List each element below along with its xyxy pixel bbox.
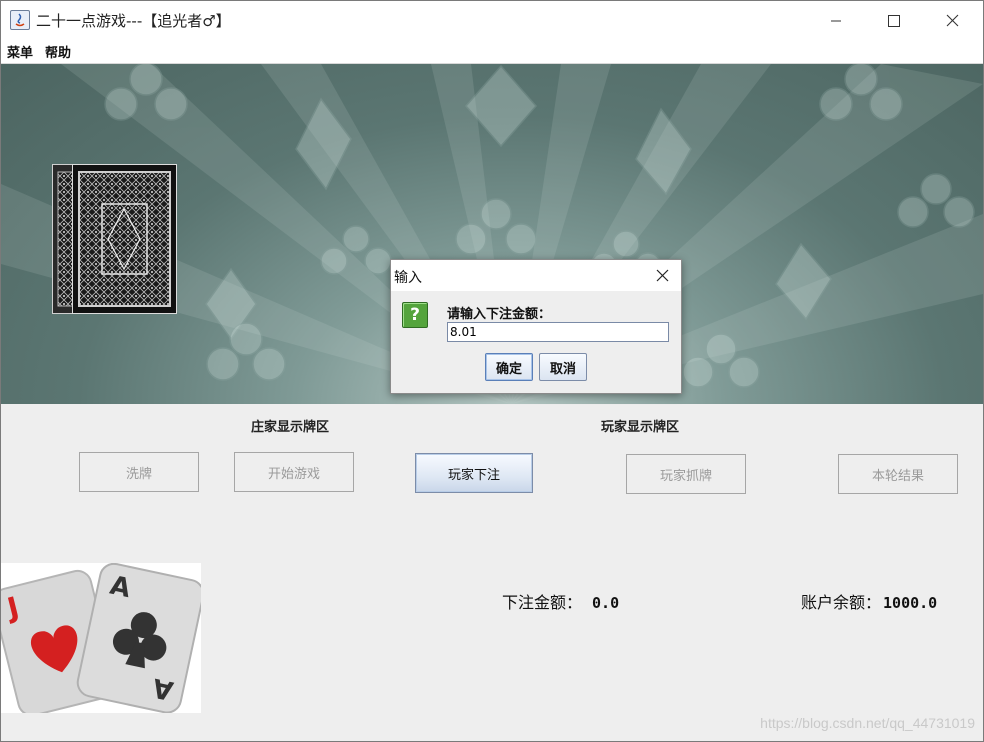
title-bar[interactable]: 二十一点游戏---【追光者♂】	[1, 1, 983, 40]
question-icon: ?	[402, 302, 428, 328]
bet-amount-label: 下注金额：	[502, 593, 583, 612]
close-icon[interactable]	[923, 1, 981, 40]
start-game-button[interactable]: 开始游戏	[234, 452, 354, 492]
dialog-title: 输入	[394, 270, 422, 286]
dialog-prompt: 请输入下注金额：	[447, 307, 552, 322]
maximize-icon[interactable]	[865, 1, 923, 40]
window-title: 二十一点游戏---【追光者♂】	[36, 12, 231, 30]
game-window: 二十一点游戏---【追光者♂】 菜单 帮助 输入 ? 请输入下注金额： 8.01…	[0, 0, 984, 742]
cancel-button[interactable]: 取消	[539, 353, 587, 381]
balance-value: 1000.0	[883, 594, 938, 612]
bet-amount-input[interactable]	[447, 322, 669, 342]
player-bet-button[interactable]: 玩家下注	[415, 453, 533, 493]
bet-amount-value: 0.0	[592, 594, 620, 612]
player-zone-label: 玩家显示牌区	[601, 420, 680, 435]
close-icon[interactable]	[651, 264, 673, 286]
dialog-title-bar[interactable]: 输入	[391, 260, 681, 291]
shuffle-button[interactable]: 洗牌	[79, 452, 199, 492]
card-deck[interactable]	[52, 164, 177, 314]
player-draw-button[interactable]: 玩家抓牌	[626, 454, 746, 494]
menu-bar: 菜单 帮助	[1, 40, 983, 64]
blackjack-logo: J A A	[1, 562, 205, 717]
watermark-text: https://blog.csdn.net/qq_44731019	[760, 715, 975, 731]
dealer-zone-label: 庄家显示牌区	[251, 420, 330, 435]
menu-main[interactable]: 菜单	[7, 42, 33, 61]
bet-amount-display: 下注金额： 0.0	[502, 589, 619, 613]
java-app-icon	[10, 10, 30, 30]
menu-help[interactable]: 帮助	[45, 42, 71, 61]
bet-input-dialog: 输入 ? 请输入下注金额： 确定 取消	[390, 259, 682, 394]
balance-label: 账户余额：	[801, 593, 882, 612]
round-result-button[interactable]: 本轮结果	[838, 454, 958, 494]
minimize-icon[interactable]	[807, 1, 865, 40]
ok-button[interactable]: 确定	[485, 353, 533, 381]
balance-display: 账户余额： 1000.0	[801, 589, 937, 613]
